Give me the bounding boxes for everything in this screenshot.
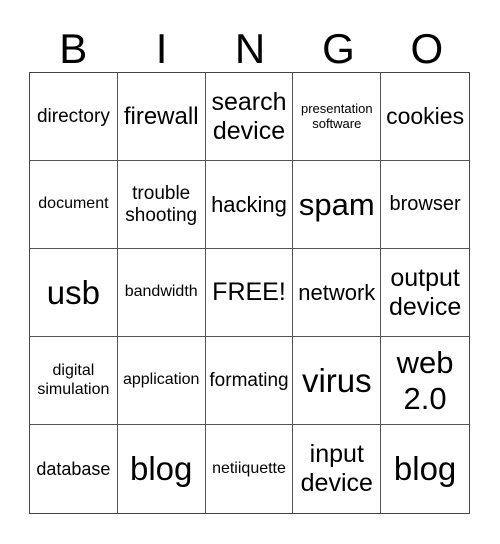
- bingo-cell-text: virus: [301, 361, 372, 399]
- bingo-cell-text: blog: [393, 450, 457, 488]
- bingo-cell-text: cookies: [386, 103, 465, 130]
- bingo-cell-text: hacking: [211, 191, 287, 217]
- bingo-card-grid: directory firewall search device presentati…: [29, 72, 470, 514]
- bingo-cell[interactable]: application: [117, 337, 206, 425]
- bingo-cell[interactable]: virus: [293, 337, 382, 425]
- bingo-cell-text: input device: [300, 440, 373, 497]
- bingo-cell-text: formating: [209, 369, 289, 391]
- header-letter-g: G: [322, 25, 355, 72]
- bingo-cell[interactable]: directory: [30, 73, 118, 161]
- bingo-cell[interactable]: input device: [293, 425, 382, 513]
- bingo-cell[interactable]: usb: [30, 249, 118, 337]
- bingo-cell-text: document: [38, 195, 109, 213]
- bingo-cell-text: usb: [46, 273, 100, 311]
- bingo-cell[interactable]: network: [293, 249, 382, 337]
- bingo-cell[interactable]: spam: [293, 161, 382, 249]
- bingo-cell-text: search device: [211, 87, 287, 145]
- bingo-cell-text: digital simulation: [37, 362, 110, 398]
- bingo-cell-text: presentation software: [301, 100, 373, 131]
- header-letter-b: B: [59, 25, 88, 72]
- bingo-cell[interactable]: output device: [381, 249, 469, 337]
- bingo-cell-text: web 2.0: [396, 344, 454, 416]
- bingo-cell-text: trouble shooting: [125, 182, 198, 226]
- bingo-cell[interactable]: trouble shooting: [117, 161, 206, 249]
- bingo-cell-text: blog: [130, 450, 193, 488]
- bingo-cell[interactable]: blog: [381, 425, 469, 513]
- bingo-cell-text: directory: [36, 105, 110, 127]
- bingo-cell[interactable]: hacking: [205, 161, 294, 249]
- header-letter-n: N: [234, 25, 266, 72]
- bingo-header: B I N G O: [29, 26, 471, 72]
- bingo-cell-text: spam: [298, 186, 375, 222]
- bingo-cell-text: netiiquette: [212, 459, 286, 477]
- bingo-cell[interactable]: netiiquette: [206, 425, 294, 513]
- bingo-cell[interactable]: formating: [205, 337, 294, 425]
- bingo-cell-text: browser: [389, 193, 461, 215]
- bingo-cell[interactable]: database: [30, 425, 118, 513]
- header-letter-o: O: [410, 25, 444, 72]
- bingo-cell[interactable]: digital simulation: [30, 337, 118, 425]
- bingo-cell[interactable]: presentation software: [293, 73, 382, 161]
- bingo-cell[interactable]: browser: [381, 161, 469, 249]
- bingo-cell-text: application: [122, 371, 200, 389]
- free-space-cell[interactable]: FREE!: [205, 249, 294, 337]
- bingo-cell[interactable]: search device: [205, 73, 294, 161]
- bingo-cell[interactable]: document: [30, 161, 118, 249]
- bingo-cell[interactable]: bandwidth: [117, 249, 206, 337]
- bingo-cell-text: database: [36, 458, 111, 479]
- bingo-cell-text: firewall: [123, 102, 199, 130]
- bingo-cell[interactable]: cookies: [381, 73, 469, 161]
- header-letter-i: I: [155, 25, 168, 72]
- bingo-cell-text: bandwidth: [124, 283, 198, 301]
- bingo-cell[interactable]: blog: [118, 425, 206, 513]
- bingo-cell-text: FREE!: [212, 278, 286, 307]
- bingo-cell[interactable]: firewall: [117, 73, 206, 161]
- bingo-cell-text: network: [298, 279, 376, 305]
- bingo-cell-text: output device: [388, 263, 462, 321]
- bingo-cell[interactable]: web 2.0: [381, 337, 469, 425]
